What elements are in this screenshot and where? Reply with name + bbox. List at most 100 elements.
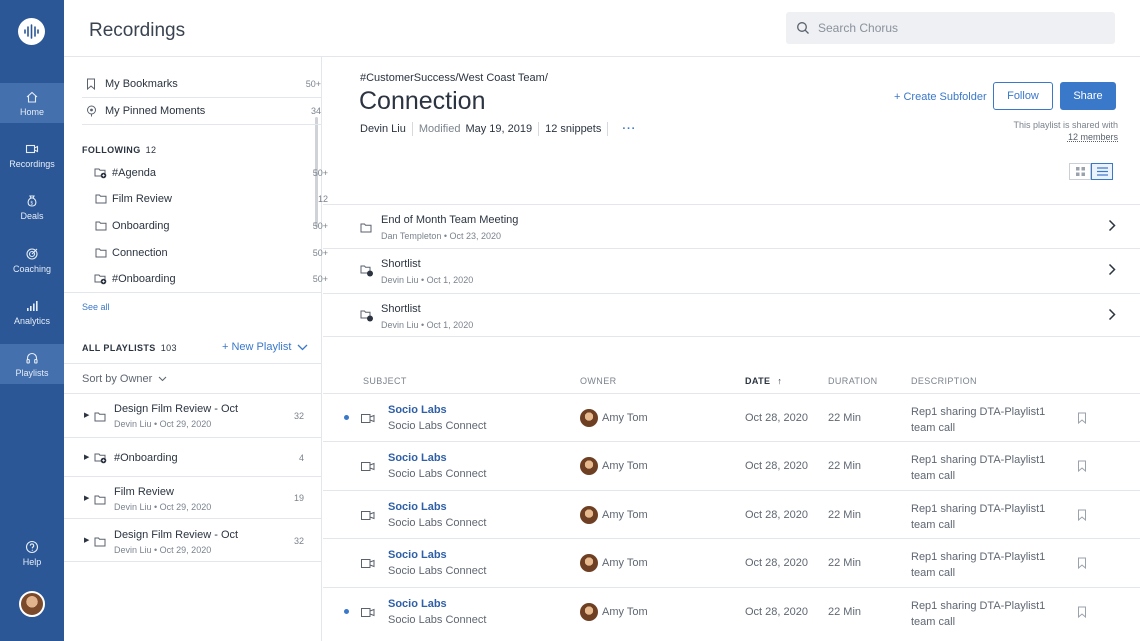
following-item-onboarding[interactable]: Onboarding 50+ bbox=[94, 219, 328, 233]
item-count: 34 bbox=[310, 106, 321, 116]
sidebar-item-bookmarks[interactable]: My Bookmarks 50+ bbox=[84, 77, 321, 91]
nav-analytics[interactable]: Analytics bbox=[0, 292, 64, 332]
subfolder-row[interactable]: Shortlist Devin Liu • Oct 1, 2020 bbox=[323, 248, 1140, 292]
user-avatar[interactable] bbox=[19, 591, 45, 617]
nav-deals-label: Deals bbox=[20, 210, 44, 221]
expand-caret-icon[interactable]: ▶ bbox=[84, 411, 89, 419]
table-row[interactable]: Socio Labs Socio Labs Connect Amy Tom Oct 2… bbox=[323, 393, 1140, 441]
left-nav-rail: Home Recordings $ Deals Coaching Analyti… bbox=[0, 0, 64, 641]
share-button[interactable]: Share bbox=[1060, 82, 1116, 110]
list-view-button[interactable] bbox=[1091, 163, 1113, 180]
sidebar-item-pinned-moments[interactable]: My Pinned Moments 34 bbox=[84, 104, 321, 118]
chorus-logo-icon[interactable] bbox=[18, 18, 45, 45]
shared-members-link[interactable]: 12 members bbox=[1013, 131, 1118, 143]
table-row[interactable]: Socio Labs Socio Labs Connect Amy Tom Oct 2… bbox=[323, 586, 1140, 635]
playlist-item-sub: Devin Liu • Oct 29, 2020 bbox=[114, 419, 212, 429]
recording-subject[interactable]: Socio Labs bbox=[388, 452, 447, 464]
following-item-film-review[interactable]: Film Review 12 bbox=[94, 192, 328, 206]
nav-playlists[interactable]: Playlists bbox=[0, 344, 64, 384]
table-row[interactable]: Socio Labs Socio Labs Connect Amy Tom Oct 2… bbox=[323, 489, 1140, 538]
divider bbox=[538, 122, 540, 136]
following-item-onboarding-shared[interactable]: #Onboarding 50+ bbox=[94, 272, 328, 286]
recording-subtitle: Socio Labs Connect bbox=[388, 565, 487, 578]
playlist-item[interactable]: ▶ Film Review Devin Liu • Oct 29, 2020 1… bbox=[64, 477, 321, 519]
table-row[interactable]: Socio Labs Socio Labs Connect Amy Tom Oct 2… bbox=[323, 441, 1140, 489]
expand-caret-icon[interactable]: ▶ bbox=[84, 536, 89, 544]
expand-caret-icon[interactable]: ▶ bbox=[84, 453, 89, 461]
subfolder-row[interactable]: End of Month Team Meeting Dan Templeton … bbox=[323, 204, 1140, 248]
sort-by-owner-dropdown[interactable]: Sort by Owner bbox=[82, 373, 167, 385]
grid-view-button[interactable] bbox=[1069, 163, 1091, 180]
playlist-item[interactable]: ▶ Design Film Review - Oct Devin Liu • O… bbox=[64, 519, 321, 562]
recording-owner: Amy Tom bbox=[602, 460, 648, 473]
bookmark-icon[interactable] bbox=[1077, 508, 1087, 526]
chevron-right-icon bbox=[1108, 263, 1116, 276]
nav-recordings[interactable]: Recordings bbox=[0, 135, 64, 175]
see-all-link[interactable]: See all bbox=[82, 302, 110, 312]
divider bbox=[64, 292, 321, 293]
unread-indicator bbox=[344, 608, 349, 614]
subfolder-row[interactable]: Shortlist Devin Liu • Oct 1, 2020 bbox=[323, 293, 1140, 337]
bookmark-icon bbox=[84, 77, 98, 91]
new-playlist-button[interactable]: + New Playlist bbox=[222, 341, 308, 353]
following-item-connection[interactable]: Connection 50+ bbox=[94, 246, 328, 260]
column-header-duration[interactable]: DURATION bbox=[828, 376, 878, 386]
recording-date: Oct 28, 2020 bbox=[745, 557, 808, 570]
item-count: 32 bbox=[293, 411, 304, 421]
bar-chart-icon bbox=[27, 300, 38, 311]
search-bar[interactable] bbox=[786, 12, 1115, 44]
nav-deals[interactable]: $ Deals bbox=[0, 187, 64, 227]
column-header-description[interactable]: DESCRIPTION bbox=[911, 376, 977, 386]
playlist-item[interactable]: ▶ #Onboarding 4 bbox=[64, 438, 321, 477]
item-count: 32 bbox=[293, 536, 304, 546]
more-options-icon[interactable]: ··· bbox=[622, 123, 636, 135]
bookmark-icon[interactable] bbox=[1077, 605, 1087, 623]
nav-home[interactable]: Home bbox=[0, 83, 64, 123]
shared-folder-icon bbox=[94, 451, 108, 469]
page-title: Recordings bbox=[89, 20, 186, 41]
new-playlist-label: + New Playlist bbox=[222, 341, 292, 353]
unread-indicator bbox=[344, 415, 349, 420]
recording-subject[interactable]: Socio Labs bbox=[388, 404, 447, 416]
video-icon bbox=[361, 556, 375, 574]
column-header-owner[interactable]: OWNER bbox=[580, 376, 617, 386]
playlist-main: #CustomerSuccess/West Coast Team/ Connec… bbox=[323, 57, 1140, 641]
column-header-subject[interactable]: SUBJECT bbox=[363, 376, 407, 386]
search-input[interactable] bbox=[818, 21, 1098, 35]
bookmark-icon[interactable] bbox=[1077, 556, 1087, 574]
table-row[interactable]: Socio Labs Socio Labs Connect Amy Tom Oct 2… bbox=[323, 538, 1140, 586]
shared-folder-icon bbox=[94, 272, 108, 286]
recording-subject[interactable]: Socio Labs bbox=[388, 501, 447, 513]
bookmark-icon[interactable] bbox=[1077, 411, 1087, 429]
nav-coaching[interactable]: Coaching bbox=[0, 240, 64, 280]
following-heading: FOLLOWING 12 bbox=[82, 145, 157, 155]
divider bbox=[64, 363, 321, 364]
recording-duration: 22 Min bbox=[828, 557, 862, 570]
nav-recordings-label: Recordings bbox=[9, 158, 55, 169]
playlist-item-sub: Devin Liu • Oct 29, 2020 bbox=[114, 545, 212, 555]
expand-caret-icon[interactable]: ▶ bbox=[84, 494, 89, 502]
search-icon bbox=[797, 22, 809, 34]
recording-subject[interactable]: Socio Labs bbox=[388, 549, 447, 561]
recording-duration: 22 Min bbox=[828, 605, 862, 618]
following-item-agenda[interactable]: #Agenda 50+ bbox=[94, 166, 328, 180]
playlist-item[interactable]: ▶ Design Film Review - Oct Devin Liu • O… bbox=[64, 394, 321, 438]
playlist-owner: Devin Liu bbox=[360, 123, 406, 135]
following-item-label: Film Review bbox=[112, 193, 172, 205]
playlist-item-title: #Onboarding bbox=[114, 452, 178, 464]
bookmark-icon[interactable] bbox=[1077, 459, 1087, 477]
recording-owner: Amy Tom bbox=[602, 412, 648, 424]
nav-help[interactable]: Help bbox=[0, 533, 64, 573]
video-icon bbox=[361, 411, 375, 429]
follow-button[interactable]: Follow bbox=[993, 82, 1053, 110]
recording-subject[interactable]: Socio Labs bbox=[388, 598, 447, 610]
owner-avatar bbox=[580, 409, 598, 427]
target-icon bbox=[26, 247, 38, 260]
column-header-date[interactable]: DATE ↑ bbox=[745, 376, 782, 386]
recording-description: Rep1 sharing DTA-Playlist1 team call bbox=[911, 599, 1046, 628]
breadcrumb[interactable]: #CustomerSuccess/West Coast Team/ bbox=[360, 72, 548, 84]
private-folder-icon bbox=[360, 264, 374, 282]
create-subfolder-button[interactable]: + Create Subfolder bbox=[894, 91, 987, 103]
recording-subtitle: Socio Labs Connect bbox=[388, 613, 487, 626]
pin-icon bbox=[84, 104, 98, 118]
